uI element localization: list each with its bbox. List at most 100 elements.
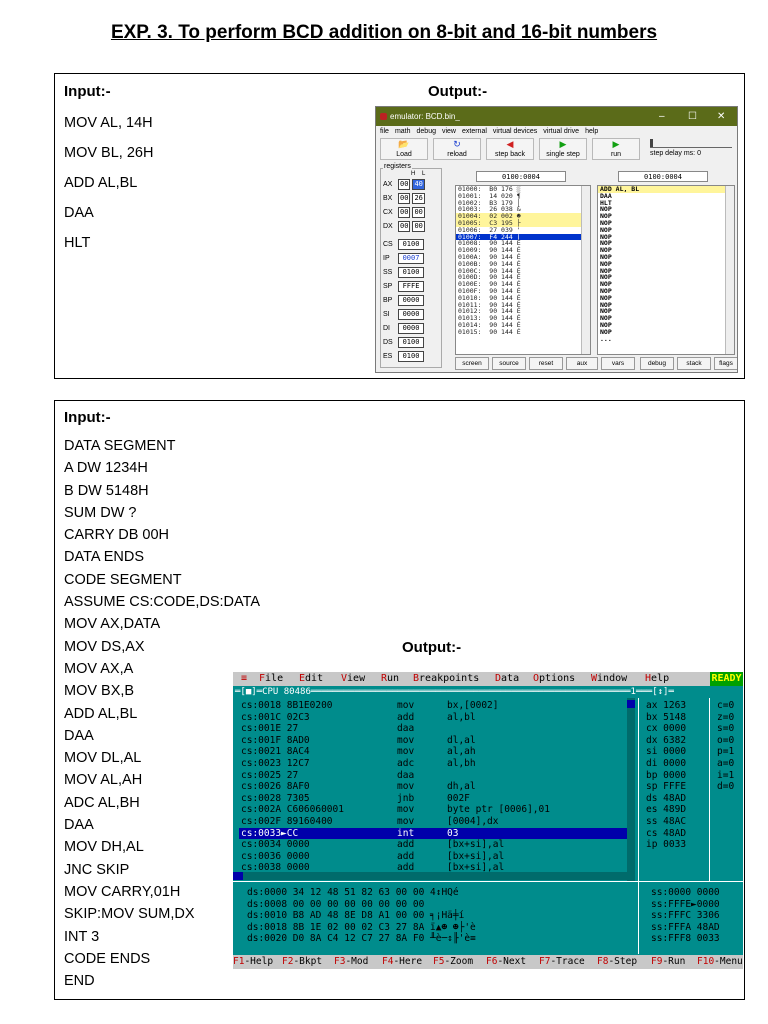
disasm-row[interactable]: NOP	[598, 233, 734, 241]
cpu-register[interactable]: sp FFFE	[646, 781, 686, 792]
disasm-row[interactable]: HLT	[598, 199, 734, 207]
cpu-register[interactable]: si 0000	[646, 746, 686, 757]
fkey-f1[interactable]: F1-Help	[233, 955, 273, 969]
code-row[interactable]: cs:002A C606060001 mov byte ptr [0006],01	[239, 804, 627, 816]
debugger-menu-view[interactable]: View	[341, 672, 365, 686]
fkey-f5[interactable]: F5-Zoom	[433, 955, 473, 969]
stack-row[interactable]: ss:FFF8 0033	[651, 933, 720, 944]
cpu-flag[interactable]: c=0	[717, 700, 734, 711]
register-value[interactable]: FFFE	[398, 281, 424, 292]
memory-row[interactable]: 01015: 90 144 É	[456, 328, 590, 336]
register-low[interactable]: 40	[412, 179, 425, 190]
run-button[interactable]: ▶ run	[592, 138, 640, 160]
register-high[interactable]: 00	[398, 179, 411, 190]
screen-button[interactable]: screen	[455, 357, 489, 370]
register-value[interactable]: 0100	[398, 267, 424, 278]
fkey-f9[interactable]: F9-Run	[651, 955, 685, 969]
dump-row[interactable]: ds:0020 D0 8A C4 12 C7 27 8A F0 ╨è─↕╟'è≡	[247, 933, 476, 944]
disasm-row[interactable]: NOP	[598, 267, 734, 275]
cpu-flag[interactable]: d=0	[717, 781, 734, 792]
disasm-row[interactable]: NOP	[598, 247, 734, 254]
register-value[interactable]: 0100	[398, 351, 424, 362]
debugger-menu-data[interactable]: Data	[495, 672, 519, 686]
cpu-flag[interactable]: s=0	[717, 723, 734, 734]
step-delay-thumb[interactable]	[650, 139, 653, 147]
code-row[interactable]: cs:0036 0000 add [bx+si],al	[239, 851, 627, 863]
debug-button[interactable]: debug	[640, 357, 674, 370]
debugger-menu-breakpoints[interactable]: Breakpoints	[413, 672, 479, 686]
step-back-button[interactable]: ◀ step back	[486, 138, 534, 160]
disasm-row[interactable]: NOP	[598, 322, 734, 329]
disasm-row[interactable]: NOP	[598, 281, 734, 288]
stack-row[interactable]: ss:0000 0000	[651, 887, 720, 898]
register-value[interactable]: 0000	[398, 309, 424, 320]
register-low[interactable]: 00	[412, 207, 425, 218]
reset-button[interactable]: reset	[529, 357, 563, 370]
register-value[interactable]: 0000	[398, 323, 424, 334]
cpu-flag[interactable]: p=1	[717, 746, 734, 757]
register-low[interactable]: 26	[412, 193, 425, 204]
memory-pane[interactable]: 01000: B0 176 ░ 01001: 14 020 ¶ 01002: B3 …	[455, 185, 591, 355]
code-row[interactable]: cs:0033►CC int 03	[239, 827, 627, 840]
code-row[interactable]: cs:001E 27 daa	[239, 723, 627, 735]
aux-button[interactable]: aux	[566, 357, 598, 370]
step-delay-slider[interactable]	[650, 139, 732, 148]
fkey-f3[interactable]: F3-Mod	[334, 955, 368, 969]
register-value[interactable]: 0007	[398, 253, 424, 264]
stack-button[interactable]: stack	[677, 357, 711, 370]
emu-menu-math[interactable]: math	[395, 128, 411, 135]
cpu-flag[interactable]: z=0	[717, 712, 734, 723]
Load-button[interactable]: 📂 Load	[380, 138, 428, 160]
register-value[interactable]: 0100	[398, 239, 424, 250]
emu-menu-virtual-devices[interactable]: virtual devices	[493, 128, 537, 135]
cpu-register[interactable]: bx 5148	[646, 712, 686, 723]
cpu-register[interactable]: ss 48AC	[646, 816, 686, 827]
emu-menu-virtual-drive[interactable]: virtual drive	[543, 128, 579, 135]
cpu-register[interactable]: dx 6382	[646, 735, 686, 746]
emu-menu-help[interactable]: help	[585, 128, 598, 135]
cpu-register[interactable]: di 0000	[646, 758, 686, 769]
register-high[interactable]: 00	[398, 221, 411, 232]
code-row[interactable]: cs:0025 27 daa	[239, 770, 627, 782]
emu-menu-view[interactable]: view	[442, 128, 456, 135]
fkey-f10[interactable]: F10-Menu	[697, 955, 743, 969]
maximize-icon[interactable]: ☐	[688, 107, 697, 126]
debugger-menu-help[interactable]: Help	[645, 672, 669, 686]
fkey-f4[interactable]: F4-Here	[382, 955, 422, 969]
cpu-flag[interactable]: a=0	[717, 758, 734, 769]
memory-address-field[interactable]: 0100:0004	[476, 171, 566, 182]
register-value[interactable]: 0100	[398, 337, 424, 348]
debugger-menu-run[interactable]: Run	[381, 672, 399, 686]
vars-button[interactable]: vars	[601, 357, 635, 370]
dump-row[interactable]: ds:0008 00 00 00 00 00 00 00 00	[247, 899, 424, 910]
disasm-row[interactable]: NOP	[598, 206, 734, 213]
code-row[interactable]: cs:0038 0000 add [bx+si],al	[239, 862, 627, 874]
code-row[interactable]: cs:0026 8AF0 mov dh,al	[239, 781, 627, 793]
code-row[interactable]: cs:0028 7305 jnb 002F	[239, 793, 627, 805]
disasm-row[interactable]: NOP	[598, 260, 734, 268]
stack-row[interactable]: ss:FFFA 48AD	[651, 922, 720, 933]
fkey-f8[interactable]: F8-Step	[597, 955, 637, 969]
debugger-menu-window[interactable]: Window	[591, 672, 627, 686]
code-scrollbar[interactable]	[627, 698, 635, 881]
close-icon[interactable]: ✕	[717, 107, 725, 126]
disassembly-pane[interactable]: ADD AL, BL DAA HLT NOP NOP NOP NOP NOP NOP NOP NOP…	[597, 185, 735, 355]
disasm-row[interactable]: NOP	[598, 226, 734, 234]
single-step-button[interactable]: ▶ single step	[539, 138, 587, 160]
disasm-row[interactable]: NOP	[598, 254, 734, 261]
debugger-menu-system[interactable]: ≡	[241, 672, 247, 686]
stack-row[interactable]: ss:FFFE►0000	[651, 899, 720, 910]
memory-scrollbar[interactable]	[581, 186, 590, 354]
code-row[interactable]: cs:0021 8AC4 mov al,ah	[239, 746, 627, 758]
source-button[interactable]: source	[492, 357, 526, 370]
register-value[interactable]: 0000	[398, 295, 424, 306]
fkey-f2[interactable]: F2-Bkpt	[282, 955, 322, 969]
cpu-register[interactable]: cx 0000	[646, 723, 686, 734]
dump-row[interactable]: ds:0018 8B 1E 02 00 02 C3 27 8A ï▲☻ ☻├'è	[247, 922, 476, 933]
reload-button[interactable]: ↻ reload	[433, 138, 481, 160]
dump-row[interactable]: ds:0000 34 12 48 51 82 63 00 00 4↕HQé	[247, 887, 459, 898]
cpu-flag[interactable]: o=0	[717, 735, 734, 746]
register-high[interactable]: 00	[398, 193, 411, 204]
cpu-register[interactable]: ip 0033	[646, 839, 686, 850]
disasm-row[interactable]: NOP	[598, 301, 734, 309]
